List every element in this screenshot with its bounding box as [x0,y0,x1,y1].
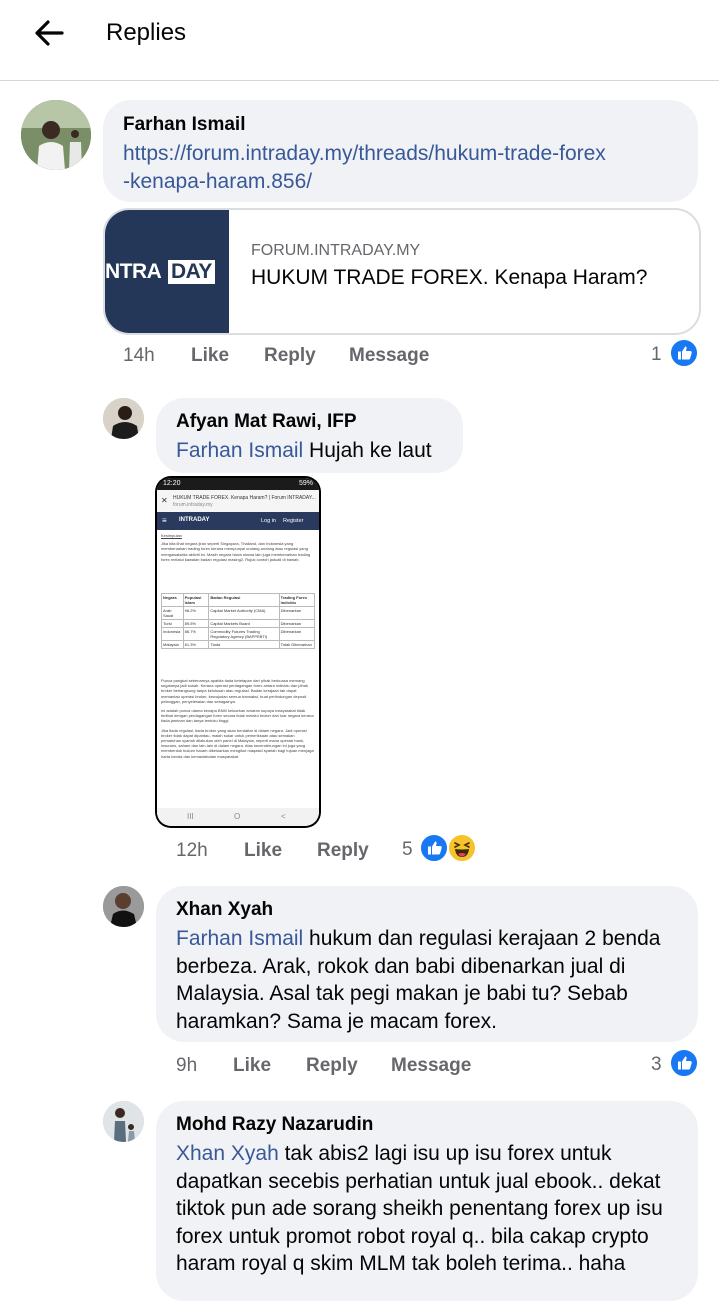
intraday-logo: NTRA DAY [105,260,229,284]
close-icon: ✕ [161,496,168,505]
like-button[interactable]: Like [233,1055,271,1077]
avatar[interactable] [103,886,144,927]
reaction-count[interactable]: 5 [402,839,413,861]
avatar[interactable] [103,398,144,439]
comment-time: 14h [123,345,155,366]
like-icon [670,339,698,367]
top-bar: Replies [0,0,719,81]
like-icon [670,1049,698,1077]
page-title: Replies [106,19,187,46]
comment-author[interactable]: Afyan Mat Rawi, IFP [176,411,357,433]
comment-text: Xhan Xyah tak abis2 lagi isu up isu fore… [176,1142,663,1275]
reply-button[interactable]: Reply [306,1055,358,1077]
avatar[interactable] [21,100,91,170]
phone-site-nav: ≡ INTRADAY Log in Register [157,512,319,530]
comment-text: Farhan Ismail hukum dan regulasi kerajaa… [176,927,661,1033]
comment-actions: 14h Like Reply Message [123,345,703,375]
mention-link[interactable]: Farhan Ismail [176,927,303,950]
back-button[interactable] [30,14,70,54]
comment-time: 9h [176,1055,198,1076]
mention-link[interactable]: Farhan Ismail [176,439,303,462]
phone-regulation-table: Negara Populasi Islam Badan Regulasi Tra… [161,593,316,649]
phone-status-bar: 12:20 59% [157,478,319,490]
comment-actions: 9h Like Reply Message [176,1055,636,1085]
message-button[interactable]: Message [349,345,429,367]
comment-link[interactable]: https://forum.intraday.my/threads/hukum-… [123,140,606,195]
phone-nav-bar: III O < [157,808,319,826]
screenshot-attachment[interactable]: 12:20 59% ✕ HUKUM TRADE FOREX. Kenapa Ha… [155,476,321,828]
link-preview-thumbnail: NTRA DAY [105,210,229,333]
reply-button[interactable]: Reply [264,345,316,367]
comment-author[interactable]: Farhan Ismail [123,114,246,136]
comment-time: 12h [176,840,208,861]
comment-author[interactable]: Xhan Xyah [176,899,273,921]
phone-article-text-lower: Punca pangkal sebenarnya apabila tiada k… [161,678,314,759]
like-icon [420,834,448,862]
reaction-count[interactable]: 1 [651,344,662,366]
mention-link[interactable]: Xhan Xyah [176,1142,279,1165]
reaction-count[interactable]: 3 [651,1054,662,1076]
like-button[interactable]: Like [244,840,282,862]
avatar[interactable] [103,1101,144,1142]
phone-url-bar: ✕ HUKUM TRADE FOREX. Kenapa Haram? | For… [157,490,319,512]
comment-text: Farhan Ismail Hujah ke laut [176,439,432,462]
reply-button[interactable]: Reply [317,840,369,862]
like-button[interactable]: Like [191,345,229,367]
link-preview-title: HUKUM TRADE FOREX. Kenapa Haram? [251,266,648,289]
message-button[interactable]: Message [391,1055,471,1077]
arrow-left-icon [35,20,64,46]
menu-icon: ≡ [162,516,167,525]
comment-author[interactable]: Mohd Razy Nazarudin [176,1114,373,1136]
link-preview-domain: FORUM.INTRADAY.MY [251,242,421,259]
haha-icon [448,834,476,862]
link-preview-card[interactable]: NTRA DAY FORUM.INTRADAY.MY HUKUM TRADE F… [103,208,701,335]
